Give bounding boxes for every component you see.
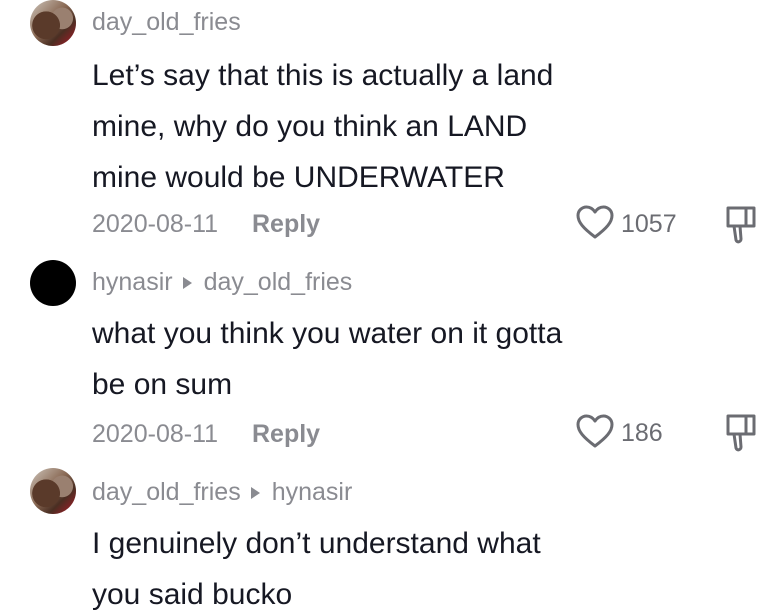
comment-text-line: you said bucko	[92, 578, 293, 611]
comment-feed: day_old_fries Let’s say that this is act…	[0, 0, 776, 614]
comment-item: day_old_fries hynasir I genuinely don’t …	[0, 0, 776, 614]
comment-meta: day_old_fries hynasir	[92, 478, 352, 507]
avatar[interactable]	[30, 468, 76, 514]
reply-to-username[interactable]: hynasir	[272, 478, 353, 507]
caret-right-icon	[250, 486, 260, 499]
comment-username[interactable]: day_old_fries	[92, 478, 241, 507]
comment-text: I genuinely don’t understand what you sa…	[92, 518, 692, 614]
comment-text-line: I genuinely don’t understand what	[92, 527, 541, 560]
